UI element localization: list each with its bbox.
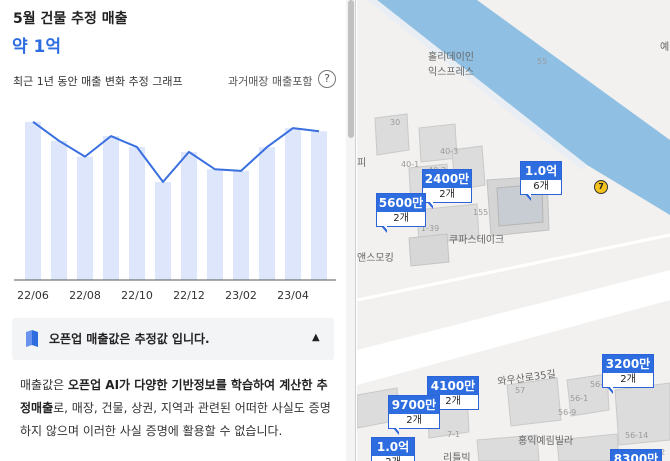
chart-bar: [284, 128, 302, 280]
marker-pointer: [427, 201, 433, 209]
sales-marker[interactable]: 1.0억 6개: [520, 161, 562, 201]
desc-prefix: 매출값은: [20, 378, 68, 392]
desc-rest: 로, 매장, 건물, 상권, 지역과 관련된 어떠한 사실도 증명하지 않으며 …: [20, 401, 331, 438]
marker-count: 6개: [533, 181, 549, 192]
marker-pointer: [393, 427, 399, 435]
sales-marker[interactable]: 8300만: [610, 449, 662, 461]
chart-bar: [128, 147, 146, 280]
app-root: 5월 건물 추정 매출 약 1억 최근 1년 동안 매출 변화 추정 그래프 과…: [0, 0, 670, 461]
map-label-hotel: 홀리데이인: [428, 52, 474, 63]
chart-bar: [180, 151, 198, 280]
lot-number: 56-1: [570, 394, 589, 403]
chart-caption: 최근 1년 동안 매출 변화 추정 그래프: [13, 75, 183, 88]
marker-price: 1.0억: [521, 162, 561, 180]
chart-bar: [102, 136, 120, 280]
past-sales-toggle[interactable]: 과거매장 매출포함: [228, 73, 312, 89]
chart-bar: [76, 156, 94, 280]
book-icon: [26, 330, 38, 347]
chart-bar: [50, 140, 68, 280]
trend-line: [32, 120, 320, 183]
lot-number: 40-3: [440, 147, 459, 156]
sales-marker[interactable]: 9700만 2개: [388, 395, 440, 435]
map-background: [357, 0, 670, 461]
marker-count: 2개: [372, 456, 414, 461]
lot-number: 40-1: [401, 160, 420, 169]
sales-marker[interactable]: 3200만 2개: [602, 354, 654, 394]
marker-pointer: [525, 193, 531, 201]
lot-number: 56-14: [625, 431, 649, 440]
scrollbar-thumb[interactable]: [348, 0, 354, 138]
marker-price: 4100만: [428, 377, 478, 395]
x-tick-label: 23/02: [225, 289, 257, 302]
panel-scrollbar[interactable]: [346, 0, 356, 461]
map-label-villa: 홍익예림빌라: [518, 436, 574, 447]
marker-price: 9700만: [389, 396, 439, 414]
map-label-partial: 피: [357, 158, 367, 169]
lot-number: 56-9: [558, 408, 577, 417]
map-view[interactable]: 홀리데이인 익스프레스 쿠파스테이크 와우산로35길 홍익예림빌라 리틀빅 앤스…: [357, 0, 670, 461]
collapse-icon[interactable]: ▲: [312, 332, 320, 343]
x-tick-label: 23/04: [277, 289, 309, 302]
subway-station-icon[interactable]: 7: [594, 180, 608, 194]
map-label-smoking: 앤스모킹: [357, 253, 394, 264]
sales-panel: 5월 건물 추정 매출 약 1억 최근 1년 동안 매출 변화 추정 그래프 과…: [0, 0, 346, 461]
notice-text: 오픈업 매출값은 추정값 입니다.: [49, 332, 210, 346]
map-label-steak: 쿠파스테이크: [449, 235, 505, 246]
sales-marker[interactable]: 1.0억 2개: [371, 437, 415, 461]
chart-bar: [154, 181, 172, 280]
lot-number: 30: [390, 118, 401, 127]
sales-chart: 22/06 22/08 22/10 22/12 23/02 23/04: [14, 120, 336, 302]
marker-price: 2400만: [423, 170, 471, 188]
marker-count: 2개: [393, 213, 409, 224]
map-label-edge: 예: [660, 42, 670, 53]
x-tick-label: 22/10: [121, 289, 153, 302]
lot-number: 55: [537, 57, 548, 66]
chart-bar: [310, 131, 328, 280]
chart-bar: [24, 121, 42, 281]
marker-price: 3200만: [603, 355, 653, 373]
map-label-littlebig: 리틀빅: [443, 453, 471, 461]
sales-marker[interactable]: 2400만 2개: [422, 169, 472, 209]
panel-title: 5월 건물 추정 매출: [13, 11, 128, 27]
chart-bar: [206, 169, 224, 280]
x-tick-label: 22/06: [17, 289, 49, 302]
marker-pointer: [607, 386, 613, 394]
chart-bar: [232, 170, 250, 280]
marker-pointer: [381, 225, 387, 233]
lot-number: 155: [473, 208, 489, 217]
chart-bar: [258, 147, 276, 280]
marker-count: 2개: [406, 415, 422, 426]
sales-marker[interactable]: 5600만 2개: [376, 193, 426, 233]
lot-number: 57: [515, 386, 526, 395]
marker-price: 5600만: [377, 194, 425, 212]
marker-price: 1.0억: [372, 438, 414, 456]
estimate-description: 매출값은 오픈업 AI가 다양한 기반정보를 학습하여 계산한 추정매출로, 매…: [20, 374, 334, 443]
marker-price: 8300만: [611, 450, 661, 461]
estimate-notice[interactable]: 오픈업 매출값은 추정값 입니다. ▲: [12, 318, 334, 360]
x-tick-label: 22/08: [69, 289, 101, 302]
x-tick-label: 22/12: [173, 289, 205, 302]
help-icon[interactable]: ?: [318, 70, 336, 88]
map-label-hotel-2: 익스프레스: [428, 67, 474, 78]
lot-number: 7-1: [447, 430, 461, 439]
marker-count: 2개: [620, 374, 636, 385]
estimated-amount: 약 1억: [12, 37, 62, 57]
marker-count: 2개: [439, 189, 455, 200]
